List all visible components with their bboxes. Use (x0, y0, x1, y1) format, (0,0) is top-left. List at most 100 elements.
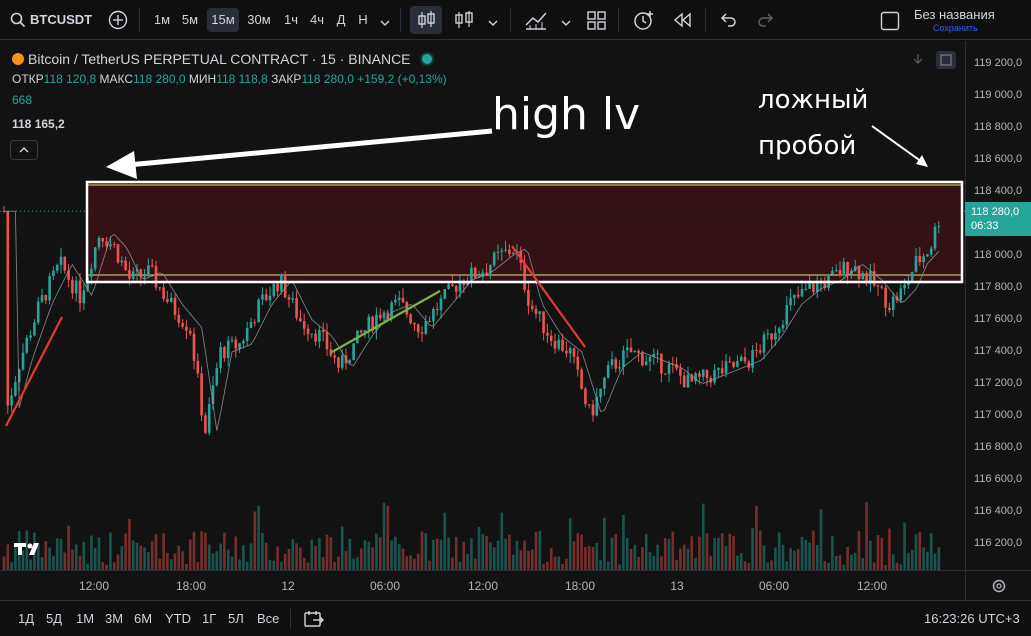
volume-bar (344, 551, 348, 570)
interval-15m[interactable]: 15м (207, 8, 239, 32)
interval-day[interactable]: Д (333, 8, 349, 32)
range-6m[interactable]: 6М (134, 611, 152, 626)
undo-icon[interactable] (719, 12, 737, 31)
layout-name[interactable]: Без названия (914, 7, 995, 22)
add-symbol-icon[interactable] (108, 10, 128, 33)
candle-body (614, 359, 618, 369)
time-scale[interactable]: 12:00 18:00 12 06:00 12:00 18:00 13 06:00 12:00 (0, 570, 965, 600)
volume-bar (55, 538, 59, 570)
chevron-down-icon[interactable] (380, 15, 390, 30)
clock[interactable]: 16:23:26 UTC+3 (924, 611, 1020, 626)
volume-bar (736, 555, 739, 570)
volume-bar (804, 539, 808, 570)
price-scale[interactable]: 119 200,0 119 000,0 118 800,0 118 600,0 118 … (965, 41, 1031, 570)
collapse-legend-button[interactable] (10, 140, 38, 160)
candle-body (223, 347, 226, 359)
chevron-up-icon (19, 147, 29, 153)
bottom-toolbar: 1Д 5Д 1М 3М 6М YTD 1Г 5Л Все 16:23:26 UT… (0, 600, 1031, 636)
goto-date-icon[interactable] (304, 610, 324, 631)
interval-5m[interactable]: 5м (178, 8, 202, 32)
maximize-pane-icon[interactable] (935, 50, 957, 73)
candle-body (272, 283, 276, 296)
scroll-down-icon[interactable] (912, 53, 924, 68)
candle-body (565, 350, 568, 354)
candle-body (530, 305, 534, 310)
range-3m[interactable]: 3М (105, 611, 123, 626)
volume-bar (766, 562, 770, 570)
chevron-down-icon[interactable] (488, 15, 498, 30)
volume-bar (242, 545, 245, 570)
candle-body (413, 323, 416, 325)
candle-body (287, 297, 291, 300)
candle-body (755, 350, 758, 352)
candle-body (812, 282, 815, 293)
volume-bar (451, 557, 454, 570)
range-5y[interactable]: 5Л (228, 611, 244, 626)
range-all[interactable]: Все (257, 611, 279, 626)
candle-body (283, 274, 287, 298)
candle-body (261, 294, 264, 300)
candle-body (48, 276, 51, 301)
candle-body (918, 256, 922, 263)
range-5d[interactable]: 5Д (46, 611, 62, 626)
candle-body (785, 305, 789, 325)
candle-body (910, 271, 914, 283)
interval-1h[interactable]: 1ч (280, 8, 302, 32)
indicators-icon[interactable] (524, 9, 548, 34)
price-tick-label: 119 200,0 (974, 57, 1023, 69)
volume-bar (143, 547, 146, 570)
tradingview-logo-icon (14, 541, 48, 560)
layouts-icon[interactable] (587, 11, 607, 34)
candles-icon[interactable] (410, 6, 442, 34)
candle-body (169, 297, 173, 302)
chart-pane[interactable]: Bitcoin / TetherUS PERPETUAL CONTRACT · … (0, 41, 965, 570)
volume-bar (173, 553, 177, 570)
candle-body (831, 270, 834, 275)
range-ytd[interactable]: YTD (165, 611, 191, 626)
bar-style-icon[interactable] (452, 9, 476, 34)
range-1d[interactable]: 1Д (18, 611, 34, 626)
volume-bar (812, 530, 815, 570)
gear-icon[interactable] (990, 577, 1008, 598)
symbol-button[interactable]: BTCUSDT (30, 8, 92, 32)
candle-body (71, 279, 74, 294)
volume-bar (283, 553, 287, 570)
candle-body (428, 321, 431, 323)
range-1y[interactable]: 1Г (202, 611, 216, 626)
volume-bar (743, 561, 747, 570)
interval-week[interactable]: Н (355, 8, 371, 32)
candle-body (253, 322, 257, 324)
save-label[interactable]: Сохранить (933, 23, 978, 33)
volume-bar (401, 548, 405, 570)
open-label: ОТКР (12, 72, 44, 86)
volume-bar (865, 502, 868, 570)
replay-icon[interactable] (673, 12, 693, 31)
search-icon[interactable] (10, 12, 26, 31)
close-label: ЗАКР (271, 72, 302, 86)
range-1m[interactable]: 1М (76, 611, 94, 626)
chevron-down-icon[interactable] (561, 15, 571, 30)
candle-body (143, 276, 146, 278)
volume-bar (519, 550, 523, 570)
candle-body (682, 375, 686, 388)
volume-bar (869, 540, 872, 570)
volume-bar (219, 543, 222, 570)
interval-30m[interactable]: 30м (245, 8, 273, 32)
layout-checkbox-icon[interactable] (880, 11, 900, 34)
volume-bar (109, 532, 112, 570)
volume-bar (770, 560, 773, 570)
candle-body (52, 270, 55, 277)
candle-body (591, 404, 595, 416)
volume-bar (663, 538, 667, 570)
candle-body (584, 388, 587, 405)
redo-icon[interactable] (757, 12, 775, 31)
volume-bar (181, 551, 184, 570)
price-tick-label: 117 800,0 (974, 281, 1023, 293)
volume-bar (587, 546, 591, 570)
alert-clock-icon[interactable] (632, 9, 656, 34)
volume-bar (606, 561, 610, 570)
time-tick-label: 18:00 (564, 579, 596, 593)
interval-4h[interactable]: 4ч (306, 8, 328, 32)
price-chart[interactable] (0, 41, 965, 570)
interval-1m[interactable]: 1м (150, 8, 174, 32)
